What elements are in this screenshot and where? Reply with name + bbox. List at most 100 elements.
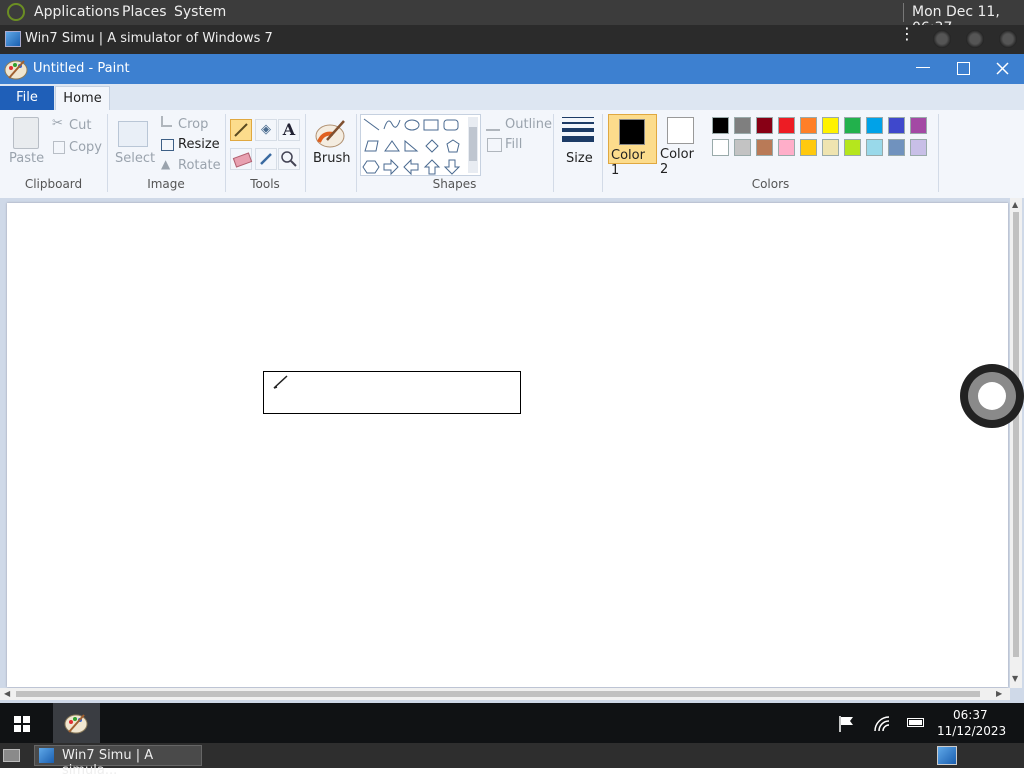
size-button[interactable]: Size (566, 151, 593, 166)
color-palette (710, 117, 932, 161)
close-button[interactable] (996, 62, 1009, 75)
rotate-icon: ▲ (161, 157, 171, 171)
fill-button[interactable]: Fill (505, 137, 522, 152)
shapes-group-label: Shapes (432, 177, 477, 191)
brush-icon (315, 120, 345, 148)
color1-swatch (619, 119, 645, 145)
divider (305, 114, 306, 192)
divider (553, 114, 554, 192)
vertical-scrollbar[interactable]: ▲ ▼ (1010, 198, 1022, 688)
ribbon-tabs: File Home (0, 84, 1024, 110)
fill-bucket-icon[interactable]: ◈ (255, 119, 277, 141)
palette-swatch[interactable] (844, 139, 861, 156)
taskbar-date[interactable]: 11/12/2023 (937, 724, 1006, 738)
palette-swatch[interactable] (822, 117, 839, 134)
paint-taskbar-icon (64, 714, 88, 734)
workspace-switcher-icon[interactable] (937, 746, 957, 765)
palette-swatch[interactable] (866, 117, 883, 134)
crop-button[interactable]: Crop (178, 117, 208, 132)
maximize-button[interactable] (957, 62, 970, 75)
text-box[interactable] (263, 371, 521, 414)
paint-window-title: Untitled - Paint (33, 61, 130, 76)
palette-swatch[interactable] (910, 139, 927, 156)
tab-home[interactable]: Home (55, 86, 110, 110)
taskbar-window-label: Win7 Simu | A simula... (62, 748, 154, 778)
resize-icon (161, 139, 174, 151)
cut-button[interactable]: Cut (69, 118, 91, 133)
magnifier-icon[interactable] (278, 148, 300, 170)
win7-app-icon (39, 748, 54, 763)
menu-applications[interactable]: Applications (34, 4, 120, 20)
palette-swatch[interactable] (866, 139, 883, 156)
color2-button[interactable]: Color 2 (658, 114, 706, 177)
fill-icon (487, 138, 502, 152)
floating-touch-button[interactable] (960, 364, 1024, 428)
palette-swatch[interactable] (734, 139, 751, 156)
palette-swatch[interactable] (844, 117, 861, 134)
host-window-titlebar: Win7 Simu | A simulator of Windows 7 ⋮ (0, 25, 1024, 54)
palette-swatch[interactable] (800, 139, 817, 156)
color-picker-icon[interactable] (255, 148, 277, 170)
brush-button[interactable]: Brush (313, 151, 351, 166)
minimize-circle-icon[interactable] (933, 30, 951, 48)
palette-swatch[interactable] (778, 117, 795, 134)
paste-button[interactable]: Paste (9, 151, 44, 166)
eraser-icon[interactable] (230, 148, 253, 170)
palette-swatch[interactable] (888, 139, 905, 156)
close-circle-icon[interactable] (999, 30, 1017, 48)
palette-swatch[interactable] (910, 117, 927, 134)
outline-icon (486, 117, 500, 131)
drawing-canvas[interactable] (7, 203, 1008, 687)
network-icon[interactable] (873, 715, 891, 733)
minimize-button[interactable] (916, 67, 930, 68)
palette-swatch[interactable] (712, 117, 729, 134)
clipboard-paste-icon (13, 117, 39, 149)
clipboard-group-label: Clipboard (24, 177, 83, 191)
palette-swatch[interactable] (778, 139, 795, 156)
palette-swatch[interactable] (800, 117, 817, 134)
image-group-label: Image (147, 177, 185, 191)
menu-places[interactable]: Places (122, 4, 167, 20)
taskbar-paint-button[interactable] (53, 703, 100, 743)
taskbar-time[interactable]: 06:37 (953, 708, 988, 722)
gnome-logo-icon[interactable] (7, 3, 25, 21)
color1-button[interactable]: Color 1 (608, 114, 657, 178)
palette-swatch[interactable] (756, 117, 773, 134)
color2-swatch (667, 117, 694, 144)
battery-icon[interactable] (907, 718, 924, 727)
show-desktop-icon[interactable] (3, 749, 20, 762)
panel-divider (903, 3, 904, 22)
shapes-gallery[interactable] (360, 114, 481, 176)
palette-swatch[interactable] (822, 139, 839, 156)
paint-app-icon (4, 60, 28, 80)
text-tool-icon[interactable]: A (278, 119, 300, 141)
action-center-flag-icon[interactable] (838, 715, 856, 733)
taskbar-window-button[interactable]: Win7 Simu | A simula... (34, 745, 202, 778)
tools-group-label: Tools (250, 177, 280, 191)
maximize-circle-icon[interactable] (966, 30, 984, 48)
bottom-panel: Win7 Simu | A simula... (0, 743, 1024, 778)
more-options-icon[interactable]: ⋮ (899, 26, 915, 42)
rotate-button[interactable]: Rotate (178, 158, 221, 173)
divider (938, 114, 939, 192)
copy-icon (53, 141, 65, 154)
resize-button[interactable]: Resize (178, 137, 220, 152)
windows-taskbar: 06:37 11/12/2023 (0, 703, 1024, 743)
palette-swatch[interactable] (712, 139, 729, 156)
shapes-scrollbar[interactable] (468, 117, 478, 173)
pencil-tool-icon[interactable] (230, 119, 252, 141)
shapes-icons[interactable] (362, 116, 470, 176)
windows-start-icon[interactable] (14, 716, 30, 732)
menu-system[interactable]: System (174, 4, 226, 20)
scissors-icon: ✂ (52, 116, 63, 131)
crop-icon (161, 116, 172, 127)
palette-swatch[interactable] (756, 139, 773, 156)
tab-file[interactable]: File (0, 86, 54, 110)
outline-button[interactable]: Outline (505, 117, 552, 132)
horizontal-scrollbar[interactable]: ◀ ▶ (0, 688, 1010, 700)
palette-swatch[interactable] (734, 117, 751, 134)
top-panel: Applications Places System Mon Dec 11, 0… (0, 0, 1024, 36)
palette-swatch[interactable] (888, 117, 905, 134)
select-button[interactable]: Select (115, 151, 155, 166)
copy-button[interactable]: Copy (69, 140, 102, 155)
